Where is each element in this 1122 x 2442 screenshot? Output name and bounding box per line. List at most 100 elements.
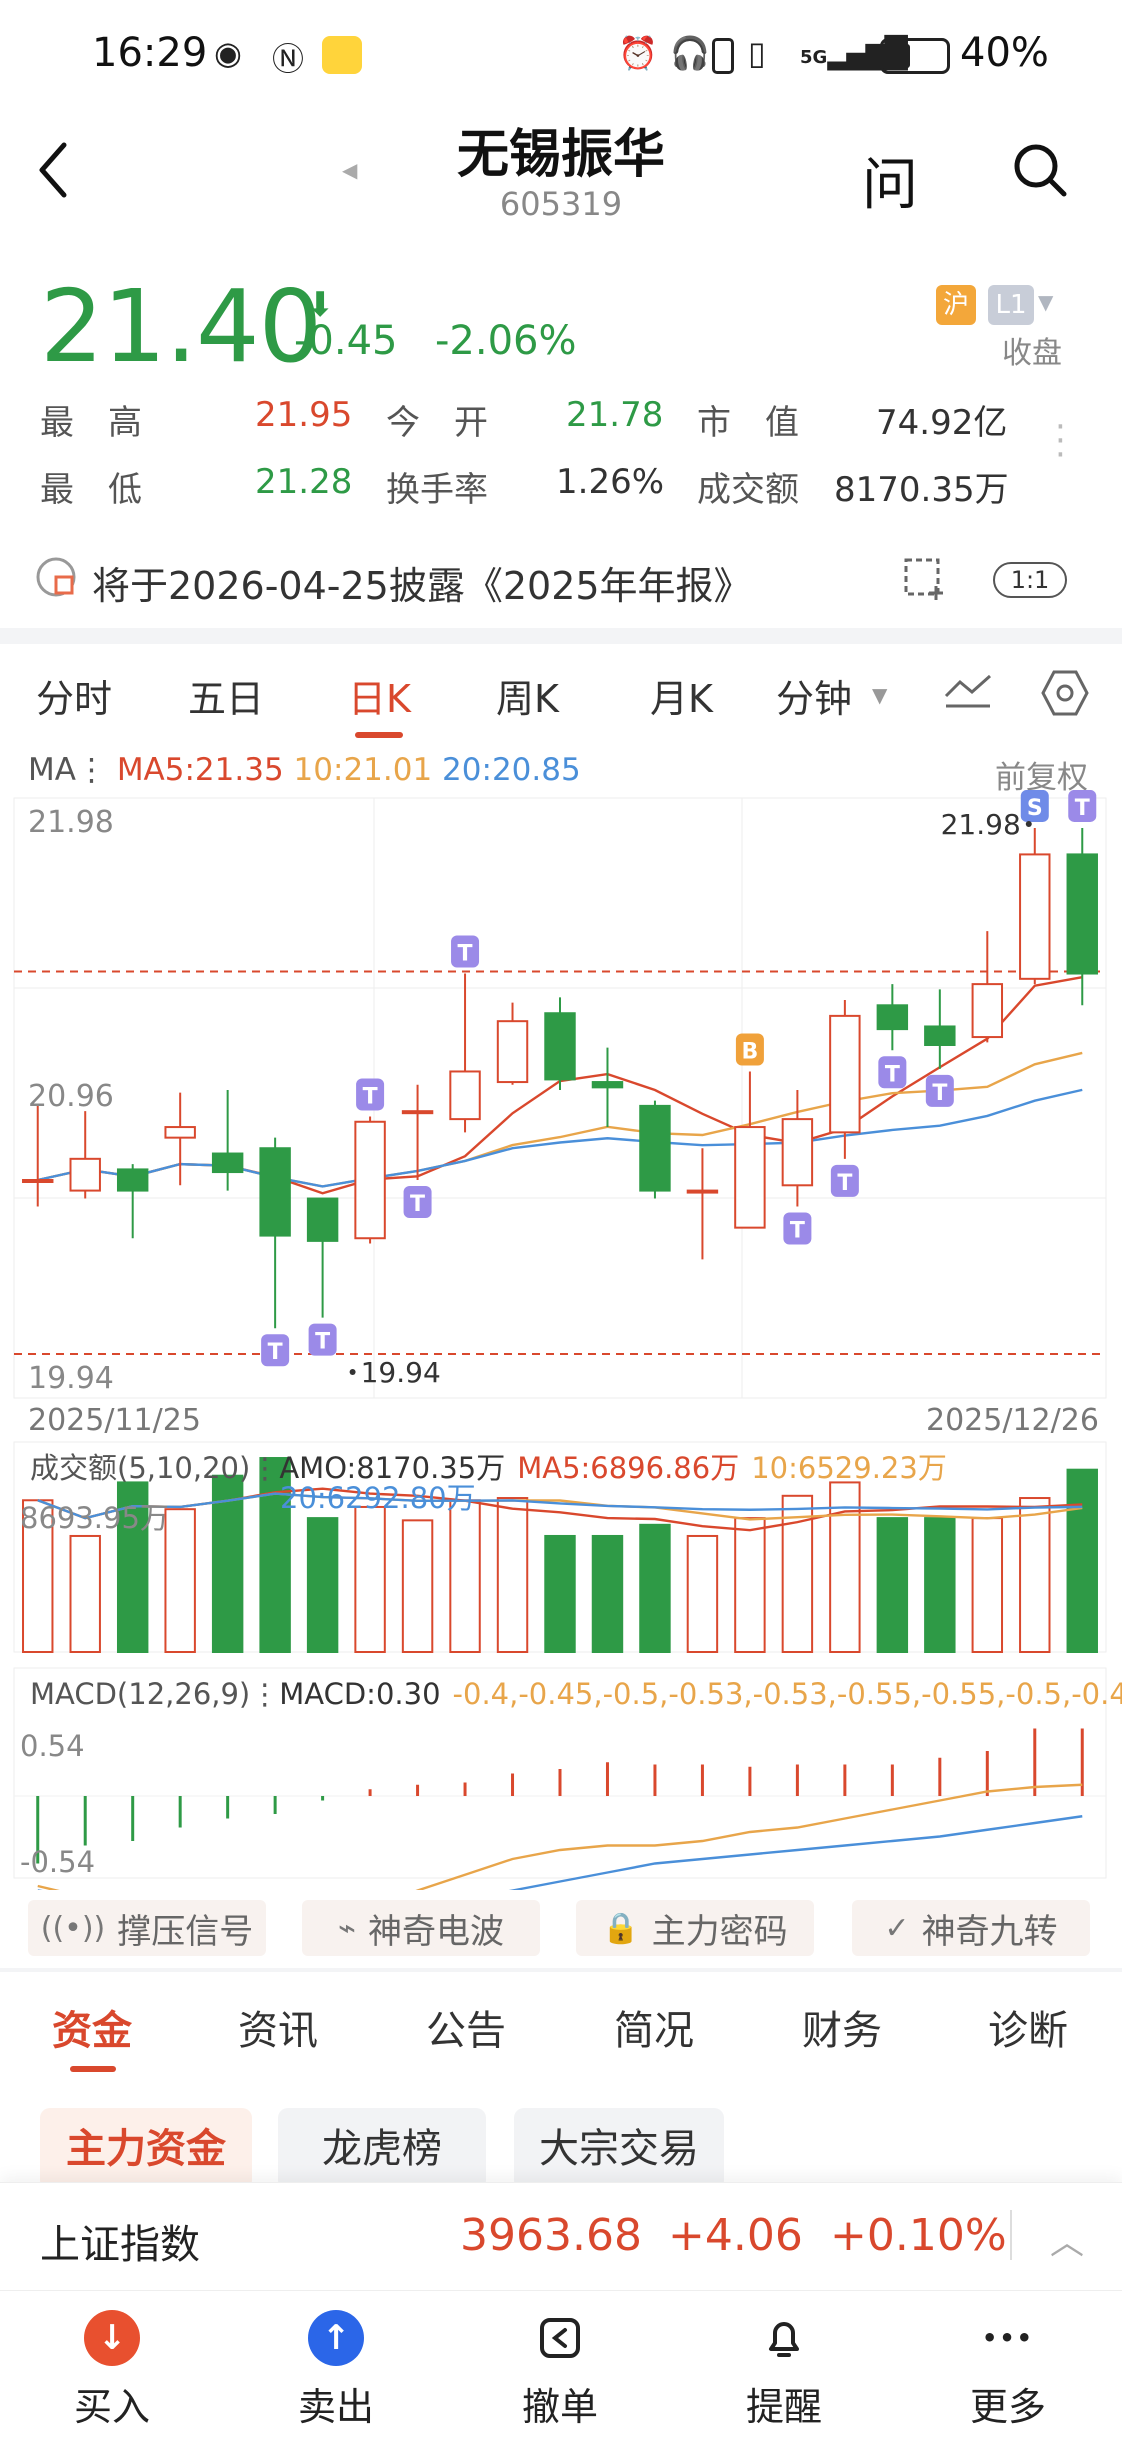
ma-legend: MA⋮ MA5:21.35 10:21.01 20:20.85 bbox=[28, 752, 581, 788]
candle-body bbox=[734, 1126, 766, 1229]
current-price: 21.40 bbox=[40, 268, 322, 385]
stat-label: 今 开 bbox=[386, 403, 488, 443]
subtab-block-trade[interactable]: 大宗交易 bbox=[514, 2108, 724, 2190]
subtab-main-funds[interactable]: 主力资金 bbox=[40, 2108, 252, 2190]
tab-diagnosis[interactable]: 诊断 bbox=[988, 1998, 1068, 2056]
tab-daily-k[interactable]: 日K bbox=[348, 668, 411, 723]
subtab-dragon-tiger[interactable]: 龙虎榜 bbox=[278, 2108, 486, 2190]
tab-news[interactable]: 资讯 bbox=[238, 1998, 318, 2056]
nav-sell[interactable]: ↑ 卖出 bbox=[266, 2300, 406, 2431]
bell-icon bbox=[756, 2310, 812, 2366]
legend-separator: ⋮ bbox=[250, 1677, 279, 1711]
caret-down-icon[interactable]: ▼ bbox=[1038, 290, 1053, 314]
tab-funds[interactable]: 资金 bbox=[52, 1998, 132, 2056]
section-divider bbox=[0, 628, 1122, 644]
signal-label: T bbox=[1075, 796, 1090, 821]
support-resistance-button[interactable]: ((•)) 撑压信号 bbox=[28, 1900, 266, 1956]
volume-bar bbox=[306, 1517, 339, 1653]
volume-bar bbox=[164, 1508, 196, 1653]
tab-monthly-k[interactable]: 月K bbox=[650, 668, 713, 723]
low-marker-label: 19.94 bbox=[361, 1356, 441, 1389]
stat-label: 换手率 bbox=[386, 470, 488, 510]
note-add-icon[interactable] bbox=[900, 552, 950, 602]
macd-dea-line bbox=[37, 1815, 1083, 1890]
stat-high: 21.95 bbox=[255, 395, 353, 435]
candle-body bbox=[211, 1152, 244, 1174]
market-badge: 沪 bbox=[936, 285, 976, 325]
more-vertical-icon[interactable]: · · · bbox=[1055, 410, 1066, 472]
stat-label: 成交额 bbox=[697, 470, 799, 510]
candle-body bbox=[306, 1197, 339, 1242]
signal-label: T bbox=[315, 1330, 330, 1355]
ma20-value: 20:20.85 bbox=[442, 752, 581, 788]
stat-label: 最 高 bbox=[40, 403, 142, 443]
kline-chart[interactable]: T T T T T B T T T T S T 21.98 19.94 21.98 20.96 19.94… bbox=[0, 790, 1122, 1890]
cancel-order-icon bbox=[532, 2310, 588, 2366]
divider bbox=[1010, 2210, 1012, 2260]
volume-bar bbox=[69, 1534, 101, 1653]
headphone-icon: 🎧 bbox=[670, 34, 710, 72]
nav-label: 卖出 bbox=[297, 2385, 374, 2429]
button-label: 撑压信号 bbox=[117, 1911, 254, 1952]
level-badge[interactable]: L1 bbox=[988, 285, 1034, 325]
search-icon[interactable] bbox=[1010, 140, 1070, 200]
volume-ma5: MA5:6896.86万 bbox=[517, 1451, 739, 1485]
layout-ratio-badge[interactable]: 1:1 bbox=[993, 562, 1067, 598]
notice-text[interactable]: 将于2026-04-25披露《2025年年报》 bbox=[92, 555, 752, 610]
candle-body bbox=[116, 1168, 149, 1192]
tab-active-indicator bbox=[355, 732, 403, 738]
candle-body bbox=[259, 1147, 291, 1237]
stat-label: 最 低 bbox=[40, 470, 142, 510]
signal-label: T bbox=[410, 1192, 425, 1217]
macd-bottom-label: -0.54 bbox=[20, 1845, 95, 1879]
macd-legend: MACD(12,26,9)⋮MACD:0.30 -0.4,-0.45,-0.5,-… bbox=[30, 1677, 1122, 1711]
candle-body bbox=[591, 1081, 624, 1089]
main-force-code-button[interactable]: 🔒 主力密码 bbox=[576, 1900, 814, 1956]
nav-label: 更多 bbox=[969, 2385, 1046, 2429]
volume-bar bbox=[876, 1517, 909, 1653]
ask-icon[interactable]: 问 bbox=[862, 140, 918, 221]
stock-code: 605319 bbox=[499, 185, 623, 223]
signal-label: B bbox=[742, 1039, 759, 1064]
nav-label: 提醒 bbox=[745, 2385, 822, 2429]
volume-bar bbox=[449, 1499, 481, 1653]
signal-label: T bbox=[885, 1062, 900, 1087]
alarm-icon: ⏰ bbox=[618, 34, 658, 72]
market-status: 收盘 bbox=[1002, 336, 1062, 371]
magic-nine-button[interactable]: ✓ 神奇九转 bbox=[852, 1900, 1090, 1956]
indicator-icon[interactable] bbox=[942, 668, 994, 712]
nav-alert[interactable]: 提醒 bbox=[714, 2300, 854, 2431]
candle-body bbox=[781, 1118, 814, 1187]
tab-announcements[interactable]: 公告 bbox=[426, 1998, 506, 2056]
nav-cancel-order[interactable]: 撤单 bbox=[490, 2300, 630, 2431]
candle-body bbox=[1019, 853, 1051, 980]
nav-label: 买入 bbox=[73, 2385, 150, 2429]
index-change: +4.06 bbox=[668, 2210, 803, 2261]
caret-down-icon[interactable]: ▼ bbox=[872, 683, 887, 707]
volume-bar bbox=[496, 1497, 529, 1654]
tab-minute[interactable]: 分钟 bbox=[776, 668, 852, 723]
magic-wave-button[interactable]: ⌁ 神奇电波 bbox=[302, 1900, 540, 1956]
tab-weekly-k[interactable]: 周K bbox=[496, 668, 559, 723]
nav-buy[interactable]: ↓ 买入 bbox=[42, 2300, 182, 2431]
settings-icon[interactable] bbox=[1040, 668, 1090, 718]
stat-open: 21.78 bbox=[566, 395, 664, 435]
macd-layer bbox=[36, 1728, 1084, 1890]
tab-intraday[interactable]: 分时 bbox=[36, 668, 112, 723]
low-marker-dot bbox=[349, 1369, 356, 1375]
candle-body bbox=[639, 1104, 671, 1192]
status-time: 16:29 bbox=[92, 30, 208, 76]
volume-bar bbox=[924, 1517, 956, 1653]
tab-five-day[interactable]: 五日 bbox=[188, 668, 264, 723]
index-name: 上证指数 bbox=[40, 2222, 200, 2268]
nav-more[interactable]: ••• 更多 bbox=[938, 2300, 1078, 2431]
y-tick-label: 20.96 bbox=[28, 1079, 114, 1114]
candle-body bbox=[354, 1120, 386, 1240]
chevron-up-icon[interactable]: ︿ bbox=[1050, 2215, 1084, 2264]
wave-icon: ⌁ bbox=[337, 1910, 357, 1946]
candle-body bbox=[69, 1157, 101, 1192]
tab-financials[interactable]: 财务 bbox=[802, 1998, 882, 2056]
signal-label: T bbox=[837, 1171, 852, 1196]
tab-profile[interactable]: 简况 bbox=[614, 1998, 694, 2056]
volume-legend-title: 成交额(5,10,20) bbox=[30, 1451, 250, 1485]
